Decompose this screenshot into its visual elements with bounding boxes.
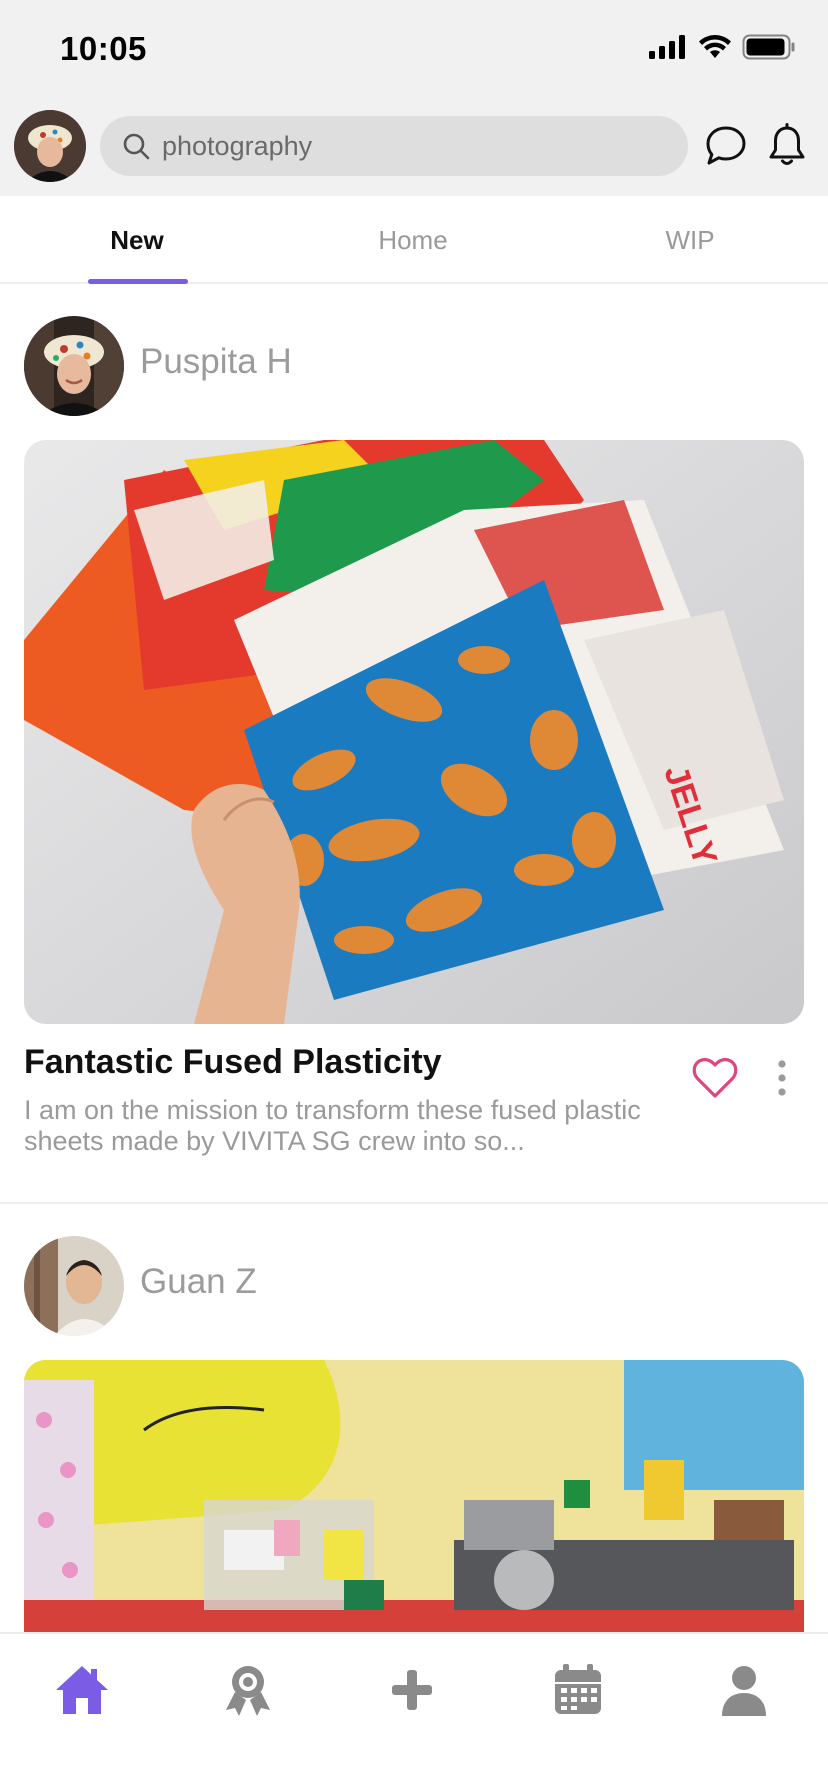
post-author-name[interactable]: Puspita H xyxy=(140,342,292,382)
post-author-avatar[interactable] xyxy=(24,1236,124,1336)
tab-new[interactable]: New xyxy=(37,196,237,284)
award-icon[interactable] xyxy=(218,1660,278,1720)
bell-icon[interactable] xyxy=(763,122,811,170)
post-title[interactable]: Fantastic Fused Plasticity xyxy=(24,1043,442,1082)
status-time: 10:05 xyxy=(60,30,147,67)
more-options-icon[interactable] xyxy=(772,1056,792,1100)
active-tab-indicator xyxy=(88,279,188,284)
tab-wip[interactable]: WIP xyxy=(590,196,790,284)
screen: 10:05 photography New Home WIP Puspita H… xyxy=(0,0,828,1792)
bottom-navigation xyxy=(0,1632,828,1792)
post-image[interactable]: JELLY xyxy=(24,440,804,1024)
post-image[interactable] xyxy=(24,1360,804,1632)
post-author-avatar[interactable] xyxy=(24,316,124,416)
status-icons xyxy=(648,34,796,60)
post-divider xyxy=(0,1202,828,1204)
search-input[interactable]: photography xyxy=(162,131,312,162)
post-description[interactable]: I am on the mission to transform these f… xyxy=(24,1095,644,1157)
chat-icon[interactable] xyxy=(702,122,750,170)
profile-icon[interactable] xyxy=(714,1660,774,1720)
status-bar: 10:05 xyxy=(0,0,828,100)
battery-icon xyxy=(742,34,795,60)
top-app-bar: photography xyxy=(0,100,828,196)
wifi-icon xyxy=(699,35,731,58)
home-icon[interactable] xyxy=(52,1660,112,1720)
search-bar[interactable]: photography xyxy=(100,116,688,176)
feed-tabs: New Home WIP xyxy=(0,196,828,284)
search-icon xyxy=(123,133,150,160)
calendar-icon[interactable] xyxy=(548,1660,608,1720)
user-avatar[interactable] xyxy=(14,110,86,182)
plus-icon[interactable] xyxy=(382,1660,442,1720)
tab-home[interactable]: Home xyxy=(313,196,513,284)
post-author-name[interactable]: Guan Z xyxy=(140,1262,257,1302)
signal-icon xyxy=(649,35,685,59)
heart-icon[interactable] xyxy=(692,1056,738,1100)
